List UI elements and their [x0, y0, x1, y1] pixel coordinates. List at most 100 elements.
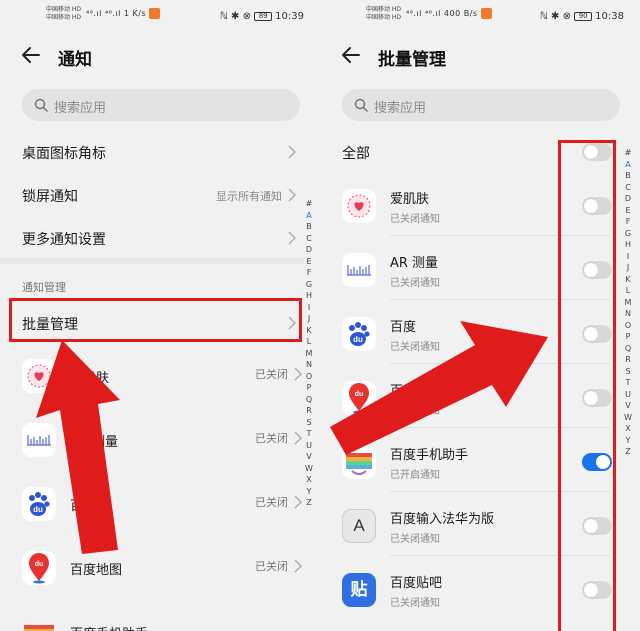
carrier-1: 中国移动 HD — [46, 6, 82, 13]
row-divider — [390, 427, 610, 428]
alphabet-letter[interactable]: S — [622, 366, 634, 378]
search-input[interactable]: 搜索应用 — [342, 89, 620, 121]
alphabet-letter[interactable]: Y — [303, 486, 315, 498]
status-bar: 中国移动 HD 中国移动 HD ⁴⁶.ıl ⁴⁶.ıl 1 K/s ℕ ✱ ⊗ … — [0, 6, 320, 30]
app-row[interactable]: du 百度地图 已关闭 — [0, 538, 304, 598]
app-notify-status: 已关闭通知 — [390, 406, 440, 417]
back-arrow-icon[interactable] — [340, 44, 362, 66]
screenshot-pair: 中国移动 HD 中国移动 HD ⁴⁶.ıl ⁴⁶.ıl 1 K/s ℕ ✱ ⊗ … — [0, 0, 640, 631]
alphabet-letter[interactable]: D — [303, 244, 315, 256]
alphabet-letter[interactable]: K — [622, 274, 634, 286]
batch-management-screen: 中国移动 HD 中国移动 HD ⁴⁶.ıl ⁴⁶.ıl 400 B/s ℕ ✱ … — [320, 0, 640, 631]
alphabet-letter[interactable]: A — [303, 210, 315, 222]
alphabet-letter[interactable]: H — [622, 239, 634, 251]
batch-management-row[interactable]: 批量管理 — [0, 303, 298, 343]
alphabet-letter[interactable]: V — [303, 451, 315, 463]
app-row[interactable]: du 百度 已关闭 — [0, 474, 304, 534]
alphabet-letter[interactable]: B — [303, 221, 315, 233]
back-arrow-icon[interactable] — [20, 44, 42, 66]
alphabet-letter[interactable]: R — [303, 405, 315, 417]
app-notification-toggle[interactable] — [582, 389, 612, 407]
alphabet-letter[interactable]: X — [303, 474, 315, 486]
app-notification-toggle[interactable] — [582, 581, 612, 599]
alphabet-letter[interactable]: E — [622, 205, 634, 217]
app-row[interactable]: AR 测量 已关闭 — [0, 410, 304, 470]
alphabet-letter[interactable]: J — [303, 313, 315, 325]
app-name: 百度地图 — [70, 563, 123, 578]
alphabet-letter[interactable]: M — [303, 348, 315, 360]
alphabet-letter[interactable]: Z — [303, 497, 315, 509]
alphabet-letter[interactable]: I — [303, 302, 315, 314]
app-notify-status: 已关闭通知 — [390, 598, 440, 609]
alphabet-letter[interactable]: # — [303, 198, 315, 210]
lockscreen-notification-row[interactable]: 锁屏通知 显示所有通知 — [0, 175, 298, 215]
app-notification-toggle[interactable] — [582, 261, 612, 279]
alphabet-letter[interactable]: A — [622, 159, 634, 171]
map-glyph: du — [355, 391, 364, 398]
alphabet-letter[interactable]: Q — [622, 343, 634, 355]
alphabet-letter[interactable]: R — [622, 354, 634, 366]
alphabet-letter[interactable]: C — [303, 233, 315, 245]
app-notification-toggle[interactable] — [582, 325, 612, 343]
alphabet-letter[interactable]: P — [622, 331, 634, 343]
alphabet-letter[interactable]: W — [622, 412, 634, 424]
alphabet-letter[interactable]: Y — [622, 435, 634, 447]
alphabet-letter[interactable]: J — [622, 262, 634, 274]
battery-icon: 89 — [254, 11, 273, 21]
alphabet-letter[interactable]: M — [622, 297, 634, 309]
alphabet-letter[interactable]: B — [622, 170, 634, 182]
alphabet-index[interactable]: # A B C D E F G H I J K L M N O P Q R S T U V W X Y Z — [622, 147, 634, 458]
alphabet-letter[interactable]: O — [622, 320, 634, 332]
alphabet-letter[interactable]: C — [622, 182, 634, 194]
alphabet-letter[interactable]: N — [303, 359, 315, 371]
alphabet-letter[interactable]: U — [622, 389, 634, 401]
alphabet-letter[interactable]: L — [622, 285, 634, 297]
alphabet-letter[interactable]: U — [303, 440, 315, 452]
row-label: 桌面图标角标 — [22, 146, 106, 162]
alphabet-letter[interactable]: V — [622, 400, 634, 412]
alphabet-letter[interactable]: D — [622, 193, 634, 205]
alphabet-letter[interactable]: Q — [303, 394, 315, 406]
app-name: 百度 — [390, 320, 417, 335]
alphabet-index[interactable]: # A B C D E F G H I J K L M N O P Q R S T U V W X Y Z — [303, 198, 315, 509]
alphabet-letter[interactable]: # — [622, 147, 634, 159]
map-pin-icon: du — [22, 551, 56, 585]
app-row: 爱肌肤 已关闭通知 — [320, 176, 610, 236]
select-all-toggle[interactable] — [582, 143, 612, 161]
alphabet-letter[interactable]: F — [622, 216, 634, 228]
alphabet-letter[interactable]: I — [622, 251, 634, 263]
alphabet-letter[interactable]: W — [303, 463, 315, 475]
more-notification-settings-row[interactable]: 更多通知设置 — [0, 218, 298, 258]
app-notification-toggle[interactable] — [582, 453, 612, 471]
app-row: 贴 百度贴吧 已关闭通知 — [320, 560, 610, 620]
alphabet-letter[interactable]: F — [303, 267, 315, 279]
badge-settings-row[interactable]: 桌面图标角标 — [0, 132, 298, 172]
app-notification-toggle[interactable] — [582, 517, 612, 535]
alphabet-letter[interactable]: O — [303, 371, 315, 383]
alphabet-letter[interactable]: G — [622, 228, 634, 240]
alphabet-letter[interactable]: E — [303, 256, 315, 268]
status-icons: ℕ ✱ ⊗ — [219, 11, 251, 22]
alphabet-letter[interactable]: H — [303, 290, 315, 302]
app-notification-toggle[interactable] — [582, 197, 612, 215]
heart-icon — [342, 189, 376, 223]
alphabet-letter[interactable]: T — [303, 428, 315, 440]
search-placeholder: 搜索应用 — [54, 101, 107, 116]
toggle-knob — [584, 199, 598, 213]
alphabet-letter[interactable]: S — [303, 417, 315, 429]
row-label: 批量管理 — [22, 317, 78, 333]
signal-info: ⁴⁶.ıl ⁴⁶.ıl 1 K/s — [86, 8, 161, 19]
alphabet-letter[interactable]: X — [622, 423, 634, 435]
alphabet-letter[interactable]: L — [303, 336, 315, 348]
app-row[interactable]: 爱肌肤 已关闭 — [0, 346, 304, 406]
alphabet-letter[interactable]: T — [622, 377, 634, 389]
alphabet-letter[interactable]: Z — [622, 446, 634, 458]
alphabet-letter[interactable]: K — [303, 325, 315, 337]
alphabet-letter[interactable]: P — [303, 382, 315, 394]
app-row[interactable]: 百度手机助手 — [0, 602, 304, 631]
alphabet-letter[interactable]: G — [303, 279, 315, 291]
search-input[interactable]: 搜索应用 — [22, 89, 300, 121]
chevron-right-icon — [294, 367, 302, 381]
alphabet-letter[interactable]: N — [622, 308, 634, 320]
section-divider — [0, 258, 304, 264]
